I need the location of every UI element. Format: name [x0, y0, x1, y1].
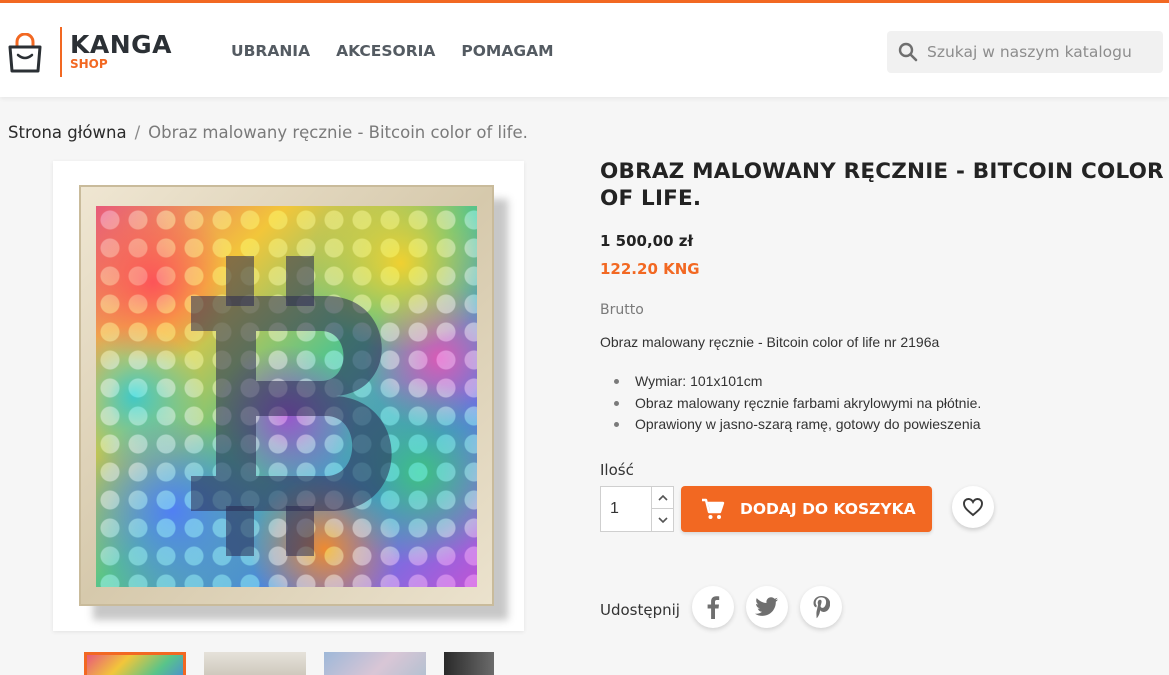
nav-item-ubrania[interactable]: UBRANIA	[231, 40, 310, 62]
feature-item-frame: Oprawiony w jasno-szarą ramę, gotowy do …	[614, 414, 981, 436]
logo-subtitle: SHOP	[70, 57, 108, 71]
product-image-card	[53, 161, 524, 631]
painting-canvas	[96, 206, 477, 587]
logo-divider	[60, 27, 62, 77]
breadcrumb-current: Obraz malowany ręcznie - Bitcoin color o…	[148, 123, 528, 142]
thumbnail-strip	[84, 652, 494, 675]
search-input[interactable]	[927, 31, 1157, 73]
search-box	[887, 31, 1163, 73]
add-to-cart-button[interactable]: DODAJ DO KOSZYKA	[681, 486, 932, 532]
quantity-label: Ilość	[600, 461, 634, 479]
logo[interactable]: KANGA SHOP	[6, 27, 181, 79]
add-to-cart-label: DODAJ DO KOSZYKA	[740, 500, 916, 518]
product-short-description: Obraz malowany ręcznie - Bitcoin color o…	[600, 334, 940, 350]
wishlist-button[interactable]	[952, 486, 994, 528]
thumbnail-1[interactable]	[84, 652, 186, 675]
share-pinterest-button[interactable]	[800, 586, 842, 628]
share-label: Udostępnij	[600, 601, 680, 619]
share-twitter-button[interactable]	[746, 586, 788, 628]
breadcrumb: Strona główna / Obraz malowany ręcznie - B…	[8, 122, 528, 144]
quantity-decrease-button[interactable]	[651, 509, 674, 531]
tax-label: Brutto	[600, 302, 644, 318]
product-main-image[interactable]	[79, 185, 508, 620]
product-features-list: Wymiar: 101x101cm Obraz malowany ręcznie…	[614, 371, 981, 436]
feature-item-paint: Obraz malowany ręcznie farbami akrylowym…	[614, 393, 981, 415]
picture-frame	[79, 185, 494, 606]
thumbnail-4[interactable]	[444, 652, 494, 675]
twitter-icon	[755, 597, 778, 616]
chevron-down-icon	[658, 516, 668, 523]
thumbnail-3[interactable]	[324, 652, 426, 675]
nav-item-akcesoria[interactable]: AKCESORIA	[336, 40, 435, 62]
nav-item-pomagam[interactable]: POMAGAM	[461, 40, 553, 62]
search-icon[interactable]	[898, 42, 918, 62]
shopping-bag-icon	[8, 33, 42, 73]
header: KANGA SHOP UBRANIA AKCESORIA POMAGAM	[0, 0, 1169, 97]
product-price-kng: 122.20 KNG	[600, 260, 700, 278]
product-title: OBRAZ MALOWANY RĘCZNIE - BITCOIN COLOR O…	[600, 159, 1164, 211]
quantity-stepper	[600, 486, 674, 532]
main-nav: UBRANIA AKCESORIA POMAGAM	[231, 40, 554, 62]
logo-wordmark: KANGA	[70, 30, 173, 59]
cart-icon	[701, 498, 725, 520]
pinterest-icon	[813, 596, 830, 619]
facebook-icon	[707, 596, 720, 619]
product-price: 1 500,00 zł	[600, 232, 694, 250]
heart-icon	[963, 498, 983, 517]
thumbnail-2[interactable]	[204, 652, 306, 675]
share-facebook-button[interactable]	[692, 586, 734, 628]
quantity-input[interactable]	[601, 487, 651, 531]
bitcoin-symbol	[191, 256, 392, 556]
breadcrumb-separator: /	[134, 123, 141, 142]
feature-item-dimensions: Wymiar: 101x101cm	[614, 371, 981, 393]
breadcrumb-home[interactable]: Strona główna	[8, 123, 127, 142]
quantity-increase-button[interactable]	[651, 487, 674, 509]
chevron-up-icon	[658, 494, 668, 501]
